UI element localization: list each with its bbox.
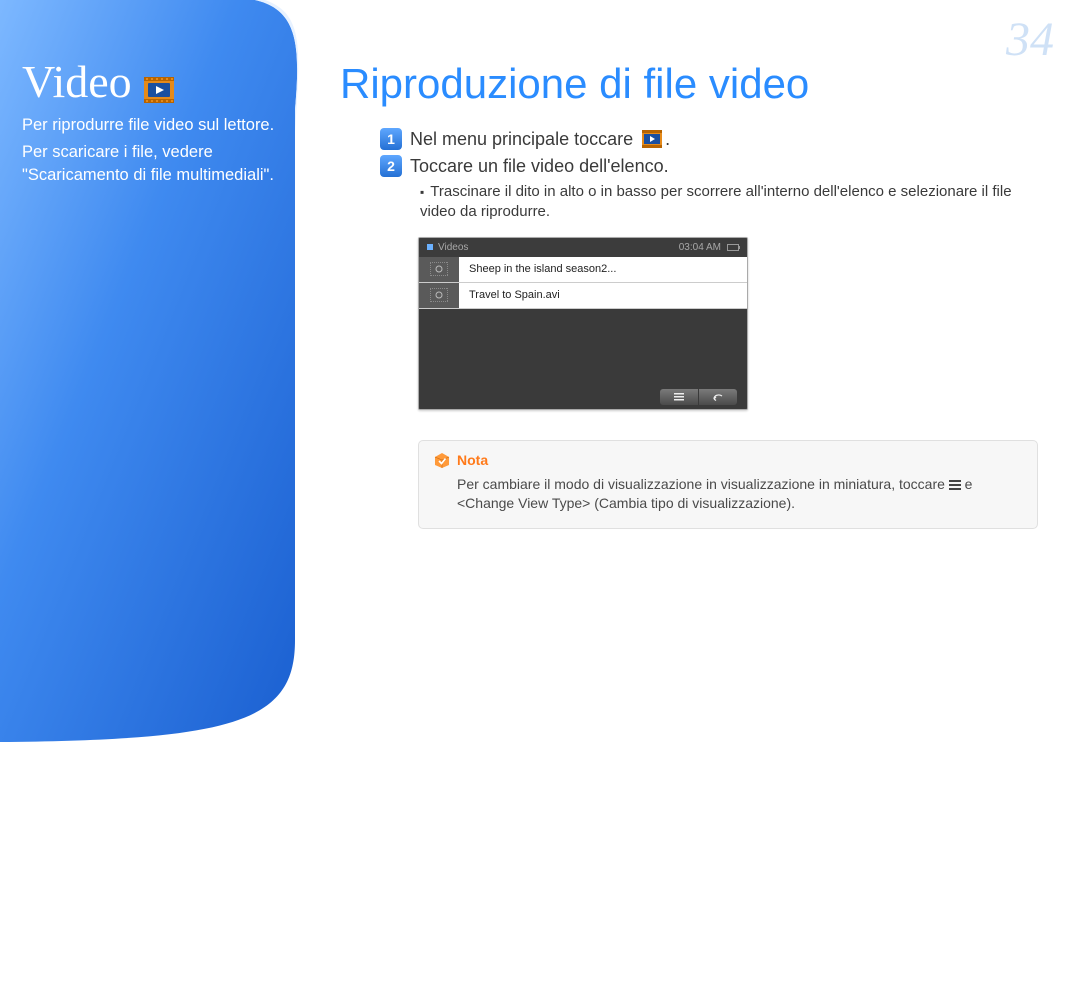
device-header-title: Videos xyxy=(438,242,468,253)
back-button xyxy=(699,389,737,405)
step-2: 2 Toccare un file video dell'elenco. xyxy=(380,155,1040,177)
video-thumb-icon xyxy=(419,283,459,308)
sidebar-subtitle: Per riprodurre file video sul lettore. xyxy=(22,114,282,137)
note-box: Nota Per cambiare il modo di visualizzaz… xyxy=(418,440,1038,529)
device-footer xyxy=(419,385,747,409)
page-title: Riproduzione di file video xyxy=(340,60,1040,108)
video-icon-small xyxy=(641,129,663,149)
menu-button xyxy=(660,389,698,405)
sidebar-content: Video xyxy=(22,55,282,187)
list-item-label: Sheep in the island season2... xyxy=(459,263,616,275)
device-time: 03:04 AM xyxy=(679,242,721,253)
note-title: Nota xyxy=(457,452,488,468)
main-content: Riproduzione di file video 1 Nel menu pr… xyxy=(340,60,1040,529)
page-number: 34 xyxy=(1006,12,1054,67)
substep-text: Trascinare il dito in alto o in basso pe… xyxy=(420,183,1012,220)
note-icon xyxy=(433,451,451,469)
step-1: 1 Nel menu principale toccare . xyxy=(380,128,1040,150)
section-title-text: Video xyxy=(22,55,132,108)
substep: ▪Trascinare il dito in alto o in basso p… xyxy=(420,182,1040,223)
step-1-trailing-dot: . xyxy=(665,129,670,150)
device-statusbar: Videos 03:04 AM xyxy=(419,238,747,257)
step-1-text: Nel menu principale toccare xyxy=(410,129,633,150)
section-title: Video xyxy=(22,55,282,108)
list-item: Sheep in the island season2... xyxy=(419,257,747,283)
app-indicator-icon xyxy=(427,244,433,250)
step-badge-1: 1 xyxy=(380,128,402,150)
bullet-icon: ▪ xyxy=(420,185,424,199)
note-body: Per cambiare il modo di visualizzazione … xyxy=(433,475,1023,514)
step-badge-2: 2 xyxy=(380,155,402,177)
manual-page: 34 xyxy=(0,0,1080,762)
menu-icon xyxy=(949,480,961,490)
list-item-label: Travel to Spain.avi xyxy=(459,289,560,301)
note-body-pre: Per cambiare il modo di visualizzazione … xyxy=(457,476,949,492)
battery-icon xyxy=(727,244,739,251)
video-thumb-icon xyxy=(419,257,459,282)
step-2-text: Toccare un file video dell'elenco. xyxy=(410,156,669,177)
sidebar-crossref-link[interactable]: Per scaricare i file, vedere "Scaricamen… xyxy=(22,141,282,187)
video-icon xyxy=(142,65,176,99)
list-item: Travel to Spain.avi xyxy=(419,283,747,309)
device-screenshot: Videos 03:04 AM Sheep in the island seas… xyxy=(418,237,748,410)
